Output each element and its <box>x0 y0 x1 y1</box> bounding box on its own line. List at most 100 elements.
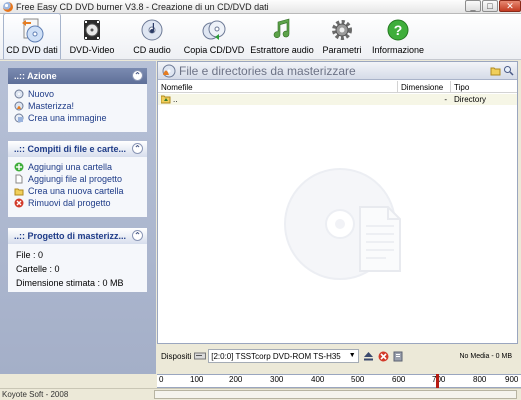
masterizza-link[interactable]: Masterizza! <box>14 100 143 112</box>
device-select[interactable]: [2:0:0] TSSTcorp DVD-ROM TS-H35 ▼ <box>208 349 360 363</box>
rimuovi-link[interactable]: Rimuovi dal progetto <box>14 197 143 209</box>
disc-watermark-icon <box>284 168 401 280</box>
add-icon <box>14 162 24 172</box>
open-folder-icon[interactable] <box>490 65 501 76</box>
ruler-tick: 200 <box>229 375 243 384</box>
capacity-limit-marker <box>436 374 439 388</box>
crea-immagine-link[interactable]: Crea una immagine <box>14 112 143 124</box>
compiti-group: ..:: Compiti di file e carte... ⌃ Aggiun… <box>8 141 147 217</box>
chevron-up-icon[interactable]: ⌃ <box>132 70 143 81</box>
group-title: ..:: Progetto di masterizz... <box>14 231 127 241</box>
azione-group: ..:: Azione ⌃ Nuovo Masterizza! Crea una… <box>8 68 147 132</box>
folder-count: Cartelle : 0 <box>16 264 60 274</box>
status-copyright: Koyote Soft - 2008 <box>2 390 69 399</box>
file-icon <box>15 174 23 184</box>
task-label: Masterizza! <box>28 101 75 111</box>
nuovo-link[interactable]: Nuovo <box>14 88 143 100</box>
group-title: ..:: Compiti di file e carte... <box>14 144 127 154</box>
main-toolbar: CD DVD dati DVD-Video CD audio Copia CD/… <box>0 13 521 60</box>
ruler-tick: 800 <box>473 375 487 384</box>
file-panel-header: File e directories da masterizzare <box>158 62 517 80</box>
aggiungi-file-link[interactable]: Aggiungi file al progetto <box>14 173 143 185</box>
file-name: .. <box>173 95 178 104</box>
column-header-dimensione[interactable]: Dimensione <box>398 81 451 93</box>
ruler-tick: 500 <box>351 375 365 384</box>
minimize-button[interactable]: _ <box>465 0 481 12</box>
progetto-header[interactable]: ..:: Progetto di masterizz... ⌃ <box>8 228 147 244</box>
erase-button[interactable] <box>377 350 389 362</box>
task-panel: ..:: Azione ⌃ Nuovo Masterizza! Crea una… <box>0 61 156 374</box>
svg-text:?: ? <box>394 22 403 38</box>
chevron-up-icon[interactable]: ⌃ <box>132 143 143 154</box>
toolbar-dvd-video-button[interactable]: DVD-Video <box>61 13 123 59</box>
selected-device: [2:0:0] TSSTcorp DVD-ROM TS-H35 <box>211 351 341 361</box>
audio-cd-icon <box>141 19 163 41</box>
new-disc-icon <box>14 89 24 99</box>
device-label: Dispositi <box>161 351 192 361</box>
erase-disc-icon <box>378 351 389 361</box>
app-icon <box>3 1 13 12</box>
task-label: Aggiungi una cartella <box>28 162 113 172</box>
title-bar: Free Easy CD DVD burner V3.8 - Creazione… <box>0 0 521 14</box>
search-icon[interactable] <box>503 65 514 76</box>
file-count: File : 0 <box>16 250 44 260</box>
table-row[interactable]: .. - Directory <box>158 94 517 105</box>
ruler-tick: 600 <box>392 375 406 384</box>
toolbar-label: Informazione <box>371 45 425 55</box>
music-note-icon <box>273 18 290 38</box>
task-label: Rimuovi dal progetto <box>28 198 111 208</box>
ruler-tick: 0 <box>159 375 164 384</box>
drive-icon <box>194 352 207 360</box>
window-title: Free Easy CD DVD burner V3.8 - Creazione… <box>16 1 269 12</box>
close-button[interactable]: ✕ <box>499 0 521 12</box>
ruler-tick: 900 <box>505 375 519 384</box>
task-label: Aggiungi file al progetto <box>28 174 123 184</box>
media-status: No Media - 0 MB <box>459 352 512 360</box>
toolbar-cd-audio-button[interactable]: CD audio <box>123 13 181 59</box>
toolbar-copia-cd-dvd-button[interactable]: Copia CD/DVD <box>181 13 247 59</box>
chevron-down-icon[interactable]: ▼ <box>347 351 357 361</box>
compiti-header[interactable]: ..:: Compiti di file e carte... ⌃ <box>8 141 147 157</box>
file-list-panel: File e directories da masterizzare Nomef… <box>157 61 518 344</box>
chevron-up-icon[interactable]: ⌃ <box>132 230 143 241</box>
toolbar-cd-dvd-dati-button[interactable]: CD DVD dati <box>3 13 61 59</box>
toolbar-informazione-button[interactable]: ? Informazione <box>367 13 429 59</box>
column-header-tipo[interactable]: Tipo <box>451 81 517 93</box>
capacity-ruler: 0 100 200 300 400 500 600 700 800 900 <box>157 374 521 388</box>
device-bar: Dispositi [2:0:0] TSSTcorp DVD-ROM TS-H3… <box>157 346 518 366</box>
crea-cartella-link[interactable]: Crea una nuova cartella <box>14 185 143 197</box>
copy-disc-icon <box>202 20 226 40</box>
eject-icon <box>363 351 373 360</box>
toolbar-label: CD DVD dati <box>6 45 58 55</box>
task-label: Nuovo <box>28 89 55 99</box>
toolbar-label: CD audio <box>133 45 171 55</box>
status-progress <box>154 390 517 399</box>
column-header-row: Nomefile Dimensione Tipo <box>158 81 517 93</box>
group-title: ..:: Azione <box>14 71 57 81</box>
gear-icon <box>332 20 352 40</box>
eject-button[interactable] <box>362 350 374 362</box>
maximize-button[interactable]: □ <box>482 0 498 12</box>
burn-icon <box>14 101 24 111</box>
disc-info-button[interactable] <box>392 350 404 362</box>
parent-folder-icon <box>161 95 171 104</box>
project-area: File e directories da masterizzare Nomef… <box>157 61 521 374</box>
column-header-nomefile[interactable]: Nomefile <box>158 81 398 93</box>
toolbar-label: Estrattore audio <box>250 45 314 55</box>
toolbar-estrattore-audio-button[interactable]: Estrattore audio <box>247 13 317 59</box>
azione-header[interactable]: ..:: Azione ⌃ <box>8 68 147 84</box>
estimated-size: Dimensione stimata : 0 MB <box>16 278 124 288</box>
file-size: - <box>444 95 447 104</box>
data-disc-icon <box>22 18 44 43</box>
help-icon: ? <box>387 19 409 41</box>
app-window: Free Easy CD DVD burner V3.8 - Creazione… <box>0 0 521 400</box>
ruler-tick: 100 <box>190 375 204 384</box>
aggiungi-cartella-link[interactable]: Aggiungi una cartella <box>14 161 143 173</box>
window-controls: _ □ ✕ <box>464 0 521 13</box>
ruler-tick: 300 <box>270 375 284 384</box>
film-icon <box>84 20 100 40</box>
toolbar-label: DVD-Video <box>69 45 115 55</box>
toolbar-parametri-button[interactable]: Parametri <box>317 13 367 59</box>
disc-info-icon <box>393 351 403 361</box>
task-label: Crea una nuova cartella <box>28 186 124 196</box>
